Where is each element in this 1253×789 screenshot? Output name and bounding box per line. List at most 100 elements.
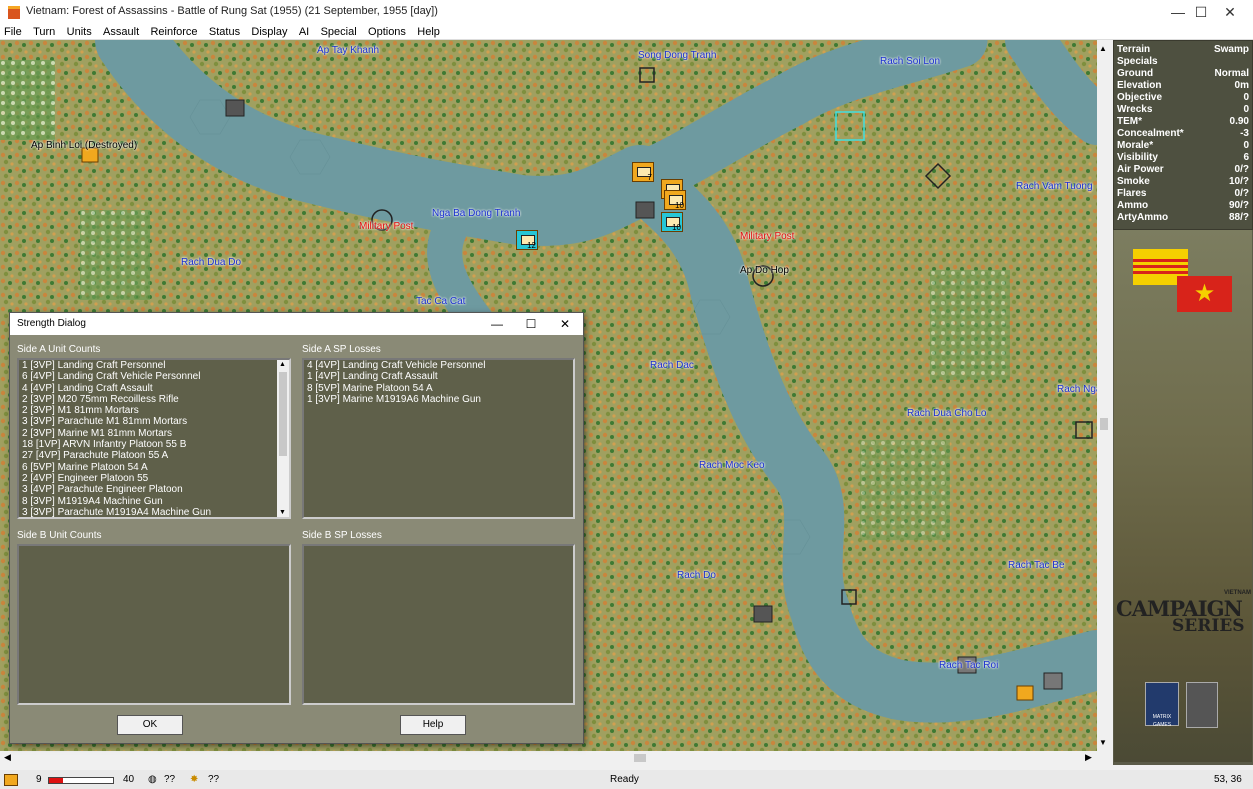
menu-units[interactable]: Units [63,25,96,40]
map-label: Military Post [740,231,795,242]
moves-max: 40 [123,774,135,785]
side-b-counts-list[interactable] [17,544,291,705]
menu-ai[interactable]: AI [295,25,313,40]
status-unknown-1: ?? [164,774,176,785]
info-row: Concealment* -3 [1117,128,1249,139]
menu-help[interactable]: Help [413,25,444,40]
info-row: Wrecks 0 [1117,104,1249,115]
map-horizontal-scrollbar[interactable]: ◀ ▶ [0,751,1097,765]
hex-coordinates: 53, 36 [1214,774,1242,785]
map-label: Rach Vam Tuong [1016,181,1093,192]
map-label: Rach Soi Lon [880,56,941,67]
map-label: Rach Tac Be [1008,560,1065,571]
list-item[interactable]: 6 [5VP] Marine Platoon 54 A [19,462,289,473]
scroll-up-icon[interactable]: ▲ [1099,44,1107,53]
menu-options[interactable]: Options [364,25,410,40]
info-row: Visibility 6 [1117,152,1249,163]
menu-turn[interactable]: Turn [29,25,59,40]
side-b-counts-label: Side B Unit Counts [17,530,102,541]
info-row: Smoke 10/? [1117,176,1249,187]
clock-icon: ◍ [148,774,157,785]
unit-counter[interactable]: 10 [664,190,686,210]
scroll-thumb[interactable] [1100,418,1108,430]
scroll-thumb[interactable] [279,372,287,456]
list-item[interactable]: 8 [5VP] Marine Platoon 54 A [304,383,573,394]
list-item[interactable]: 27 [4VP] Parachute Platoon 55 A [19,450,289,461]
map-label: Tac Ca Cat [416,296,466,307]
info-row: Morale* 0 [1117,140,1249,151]
scroll-right-icon[interactable]: ▶ [1085,752,1092,763]
list-item[interactable]: 3 [3VP] Parachute M1919A4 Machine Gun [19,507,289,517]
dialog-maximize-button[interactable]: ☐ [514,313,548,335]
strength-dialog: Strength Dialog — ☐ ✕ Side A Unit Counts… [9,312,584,744]
map-label: Rach Dua Cho Lo [907,408,987,419]
map-label: Rach Tac Roi [939,660,999,671]
menu-status[interactable]: Status [205,25,244,40]
list-item[interactable]: 4 [4VP] Landing Craft Vehicle Personnel [304,360,573,371]
ok-button[interactable]: OK [117,715,183,735]
list-item[interactable]: 2 [3VP] M1 81mm Mortars [19,405,289,416]
menu-reinforce[interactable]: Reinforce [146,25,201,40]
window-title: Vietnam: Forest of Assassins - Battle of… [26,5,438,17]
map-label: Song Dong Tranh [638,50,717,61]
list-item[interactable]: 3 [3VP] Parachute M1 81mm Mortars [19,416,289,427]
side-a-counts-label: Side A Unit Counts [17,344,101,355]
menu-file[interactable]: File [0,25,26,40]
list-item[interactable]: 1 [3VP] Marine M1919A6 Machine Gun [304,394,573,405]
help-button[interactable]: Help [400,715,466,735]
scroll-thumb[interactable] [634,754,646,762]
title-bar: Vietnam: Forest of Assassins - Battle of… [0,0,1253,24]
list-item[interactable]: 1 [3VP] Landing Craft Personnel [19,360,289,371]
info-row: Objective 0 [1117,92,1249,103]
map-label: Military Post [359,221,414,232]
side-flag-icon [4,774,18,786]
list-item[interactable]: 8 [3VP] M1919A4 Machine Gun [19,496,289,507]
list-scrollbar[interactable]: ▲ ▼ [277,360,289,517]
list-item[interactable]: 4 [4VP] Landing Craft Assault [19,383,289,394]
side-a-losses-list[interactable]: 4 [4VP] Landing Craft Vehicle Personnel … [302,358,575,519]
unit-counter[interactable]: 12 [516,230,538,250]
campaign-series-poster: ★ VIETNAM CAMPAIGN SERIES MATRIX GAMES [1114,230,1252,762]
side-a-losses-label: Side A SP Losses [302,344,381,355]
dialog-minimize-button[interactable]: — [480,313,514,335]
publisher-emblem-icon [1186,682,1218,728]
info-row: Flares 0/? [1117,188,1249,199]
list-item[interactable]: 1 [4VP] Landing Craft Assault [304,371,573,382]
map-label: Nga Ba Dong Tranh [432,208,521,219]
side-a-counts-list[interactable]: 1 [3VP] Landing Craft Personnel 6 [4VP] … [17,358,291,519]
menu-display[interactable]: Display [247,25,291,40]
map-label: Rach Dua Do [181,257,242,268]
status-unknown-2: ?? [208,774,220,785]
menu-assault[interactable]: Assault [99,25,143,40]
status-ready: Ready [610,774,639,785]
list-item[interactable]: 6 [4VP] Landing Craft Vehicle Personnel [19,371,289,382]
close-button[interactable]: ✕ [1207,0,1253,24]
list-item[interactable]: 18 [1VP] ARVN Infantry Platoon 55 B [19,439,289,450]
scroll-up-icon[interactable]: ▲ [279,361,286,368]
north-vietnam-flag: ★ [1177,276,1232,312]
map-label: Ap Binh Loi (Destroyed) [31,140,138,151]
info-row: Specials [1117,56,1158,67]
scroll-left-icon[interactable]: ◀ [4,752,11,763]
list-item[interactable]: 3 [4VP] Parachute Engineer Platoon [19,484,289,495]
scroll-down-icon[interactable]: ▼ [279,509,286,516]
menu-special[interactable]: Special [317,25,361,40]
hex-info-box: Terrain Swamp Specials Ground Normal Eleva… [1113,40,1253,230]
map-label: Rach Moc Keo [699,460,765,471]
side-b-losses-list[interactable] [302,544,575,705]
dialog-title-bar: Strength Dialog — ☐ ✕ [10,313,583,335]
list-item[interactable]: 2 [3VP] M20 75mm Recoilless Rifle [19,394,289,405]
info-row: Air Power 0/? [1117,164,1249,175]
list-item[interactable]: 2 [3VP] Marine M1 81mm Mortars [19,428,289,439]
list-item[interactable]: 2 [4VP] Engineer Platoon 55 [19,473,289,484]
app-icon [8,6,20,19]
brand-line3: SERIES [1172,616,1245,636]
unit-counter[interactable]: 7 [632,162,654,182]
info-row: TEM* 0.90 [1117,116,1249,127]
artillery-icon: ✸ [190,774,199,785]
scroll-down-icon[interactable]: ▼ [1099,738,1107,747]
dialog-close-button[interactable]: ✕ [548,313,582,335]
moves-bar [48,777,114,784]
map-vertical-scrollbar[interactable]: ▲ ▼ [1097,40,1111,751]
unit-counter[interactable]: 10 [661,212,683,232]
